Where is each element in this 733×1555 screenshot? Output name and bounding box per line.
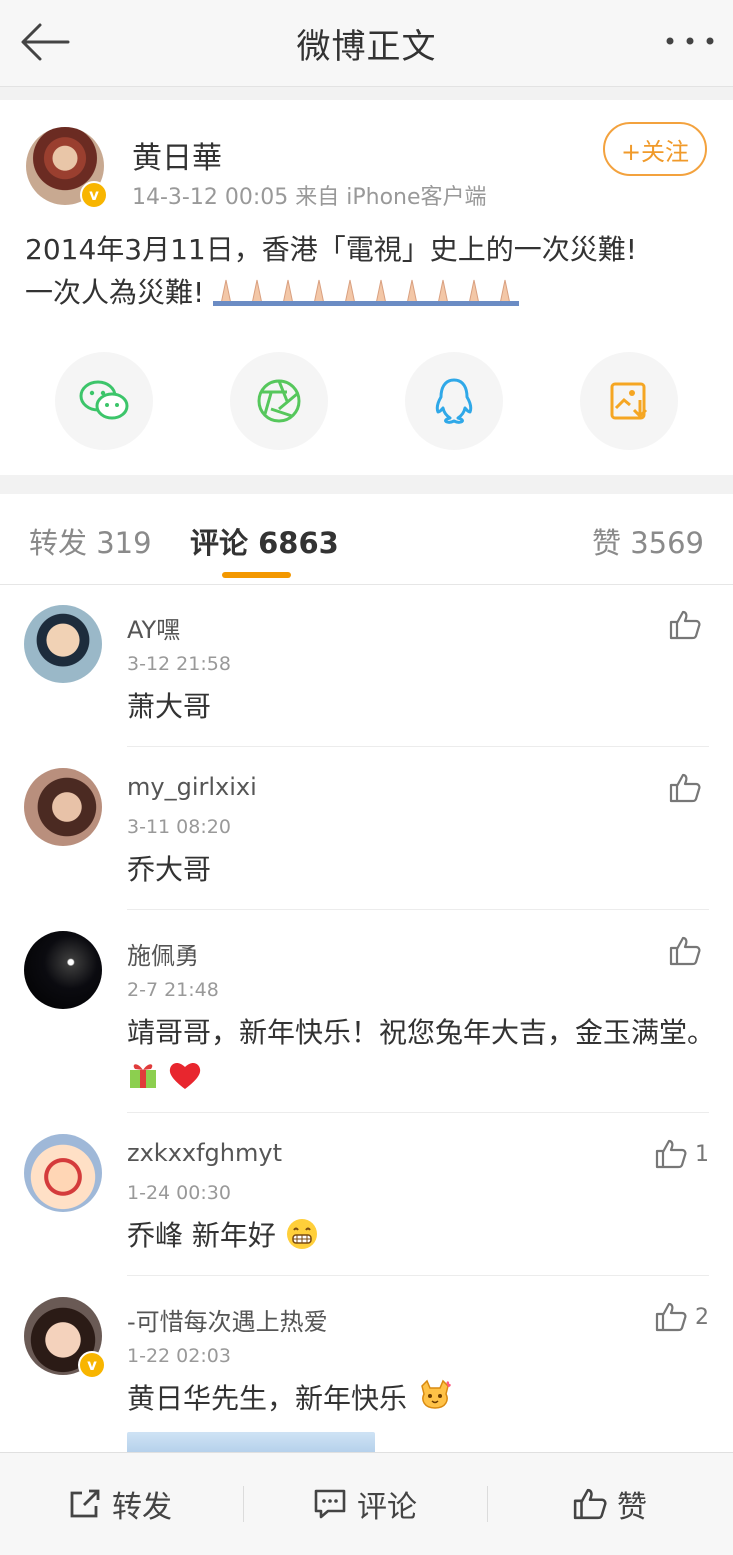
commenter-name[interactable]: my_girlxixi <box>127 773 257 801</box>
commenter-name[interactable]: zxkxxfghmyt <box>127 1139 282 1167</box>
post-content-line2-text: 一次人為災難! <box>25 276 205 309</box>
comment-list: AY嘿 3-12 21:58 萧大哥 my_girlxixi 3-11 08:2… <box>0 585 733 1453</box>
comment-time: 1-22 02:03 <box>127 1345 231 1367</box>
comment-bubble-icon <box>314 1489 346 1519</box>
verified-badge-icon: v <box>78 1351 106 1379</box>
wechat-icon <box>79 380 129 420</box>
comment-like-button[interactable] <box>669 773 709 803</box>
thumbs-up-icon <box>669 773 701 803</box>
thumbs-up-icon <box>655 1139 687 1169</box>
commenter-avatar[interactable] <box>24 768 102 846</box>
comment-time: 1-24 00:30 <box>127 1182 231 1204</box>
repost-icon <box>70 1489 100 1518</box>
comment-time: 3-11 08:20 <box>127 816 231 838</box>
share-row <box>0 352 733 450</box>
comment-text: 乔峰 新年好 <box>127 1215 717 1257</box>
post-card: v 黄日華 14-3-12 00:05 来自 iPhone客户端 +关注 201… <box>0 100 733 475</box>
post-tabs: 转发 319 评论 6863 赞 3569 <box>0 494 733 585</box>
bottom-divider <box>487 1486 488 1522</box>
comment-like-count: 1 <box>695 1141 709 1167</box>
comment-text-body: 黄日华先生，新年快乐 <box>127 1382 408 1415</box>
tab-repost-count: 319 <box>96 526 152 560</box>
comment-like-button[interactable]: 2 <box>655 1302 709 1332</box>
bottom-action-bar: 转发 评论 赞 <box>0 1452 733 1555</box>
share-moments-button[interactable] <box>230 352 328 450</box>
commenter-avatar[interactable] <box>24 605 102 683</box>
page-title: 微博正文 <box>296 26 437 67</box>
commenter-avatar[interactable]: v <box>24 1297 106 1379</box>
tab-comment-label: 评论 <box>190 526 249 560</box>
author-avatar[interactable]: v <box>26 127 108 209</box>
thumbs-up-icon <box>669 610 701 640</box>
commenter-name[interactable]: -可惜每次遇上热爱 <box>127 1302 328 1337</box>
repost-button[interactable]: 转发 <box>68 1453 172 1555</box>
commenter-avatar[interactable] <box>24 931 102 1009</box>
more-options-icon[interactable] <box>665 30 715 52</box>
follow-button[interactable]: +关注 <box>603 122 707 176</box>
comment-like-button[interactable] <box>669 936 709 966</box>
post-content-line1: 2014年3月11日，香港「電視」史上的一次災難! <box>25 233 637 266</box>
comment-like-count: 2 <box>695 1304 709 1330</box>
commenter-name[interactable]: AY嘿 <box>127 610 180 645</box>
comment-like-button[interactable]: 1 <box>655 1139 709 1169</box>
grin-emoji-icon <box>286 1219 317 1249</box>
top-bar: 微博正文 <box>0 0 733 87</box>
active-tab-indicator <box>222 572 291 578</box>
post-content-line2: 一次人為災難! <box>25 271 715 314</box>
moments-aperture-icon <box>257 379 301 423</box>
comment-divider <box>127 1112 709 1113</box>
save-image-icon <box>610 382 648 420</box>
thumbs-up-icon <box>573 1488 607 1520</box>
gift-emoji-icon <box>130 1064 156 1088</box>
thumbs-up-icon <box>669 936 701 966</box>
like-button[interactable]: 赞 <box>573 1453 647 1555</box>
cat-emoji-icon <box>421 1379 451 1409</box>
tab-comment[interactable]: 评论 6863 <box>190 520 339 562</box>
comment-label: 评论 <box>357 1490 417 1525</box>
comment-divider <box>127 746 709 747</box>
like-label: 赞 <box>617 1490 647 1525</box>
comment-divider <box>127 909 709 910</box>
bottom-divider <box>243 1486 244 1522</box>
comment-text-body: 靖哥哥，新年快乐！祝您兔年大吉，金玉满堂。 <box>127 1016 716 1049</box>
qq-penguin-icon <box>435 378 473 424</box>
comment-text: 萧大哥 <box>127 690 212 723</box>
comment-text-body: 乔峰 新年好 <box>127 1219 276 1252</box>
comment-image-thumbnail[interactable] <box>127 1432 375 1453</box>
praying-hands-emoji-icon <box>213 279 520 306</box>
comment-like-button[interactable] <box>669 610 709 640</box>
comment-time: 2-7 21:48 <box>127 979 219 1001</box>
comment-text: 靖哥哥，新年快乐！祝您兔年大吉，金玉满堂。 <box>127 1012 717 1096</box>
commenter-avatar[interactable] <box>24 1134 102 1212</box>
repost-label: 转发 <box>112 1490 172 1525</box>
post-content: 2014年3月11日，香港「電視」史上的一次災難! 一次人為災難! <box>25 228 715 314</box>
back-arrow-icon[interactable] <box>18 20 72 64</box>
comment-text: 乔大哥 <box>127 853 212 886</box>
comment-divider <box>127 1275 709 1276</box>
post-meta: 14-3-12 00:05 来自 iPhone客户端 <box>132 185 487 210</box>
tab-like-label: 赞 <box>591 526 621 560</box>
thumbs-up-icon <box>655 1302 687 1332</box>
commenter-name[interactable]: 施佩勇 <box>127 936 199 971</box>
share-wechat-button[interactable] <box>55 352 153 450</box>
share-qq-button[interactable] <box>405 352 503 450</box>
verified-badge-icon: v <box>80 181 108 209</box>
tab-like[interactable]: 赞 3569 <box>592 520 704 562</box>
heart-emoji-icon <box>169 1062 201 1089</box>
comment-button[interactable]: 评论 <box>313 1453 417 1555</box>
comment-time: 3-12 21:58 <box>127 653 231 675</box>
author-name[interactable]: 黄日華 <box>132 133 222 177</box>
tab-like-count: 3569 <box>630 526 704 560</box>
tab-comment-count: 6863 <box>258 526 339 560</box>
tab-repost-label: 转发 <box>29 526 88 560</box>
tab-repost[interactable]: 转发 319 <box>29 520 152 562</box>
comment-text: 黄日华先生，新年快乐 <box>127 1378 717 1420</box>
save-image-button[interactable] <box>580 352 678 450</box>
